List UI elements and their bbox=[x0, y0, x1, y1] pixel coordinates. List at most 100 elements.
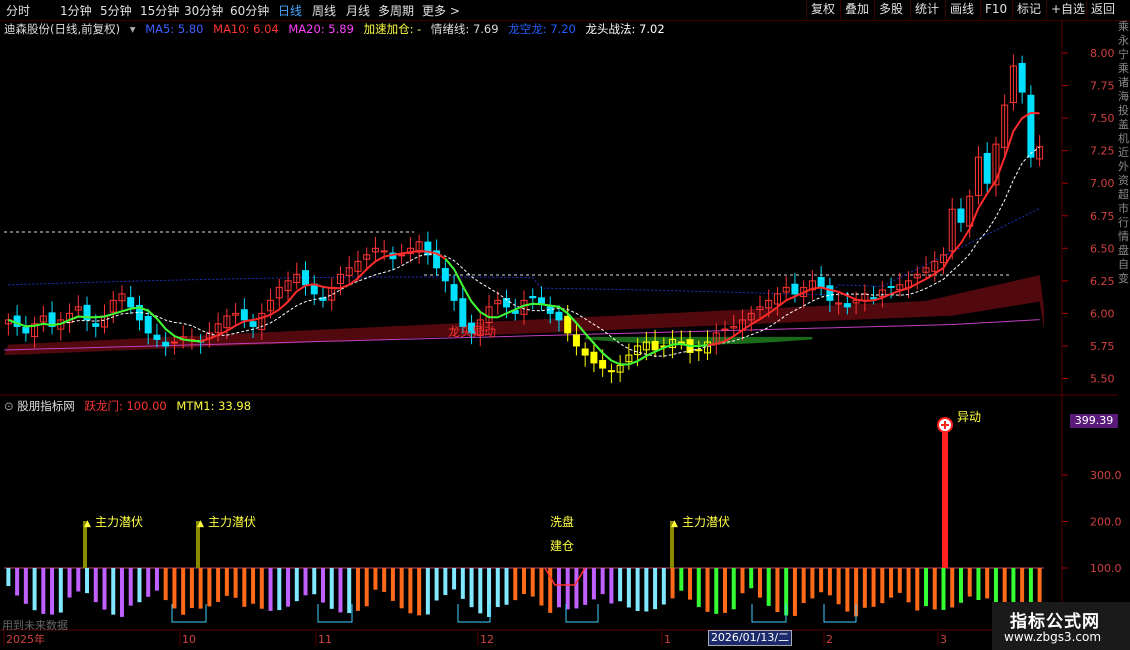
ytick-label: 8.00 bbox=[1090, 47, 1115, 60]
candle-body bbox=[127, 297, 135, 308]
histogram-bar bbox=[259, 568, 264, 609]
histogram-bar bbox=[15, 568, 20, 596]
histogram-bar bbox=[137, 568, 142, 603]
histogram-bar bbox=[723, 568, 728, 613]
histogram-bar bbox=[906, 568, 911, 603]
ytick-label: 7.50 bbox=[1090, 112, 1115, 125]
histogram-bar bbox=[644, 568, 649, 612]
candle-body bbox=[302, 270, 310, 286]
candle-body bbox=[380, 250, 388, 253]
sub-ytick-label: 100.0 bbox=[1090, 562, 1122, 575]
ytick-label: 6.75 bbox=[1090, 210, 1115, 223]
watermark-url: www.zbgs3.com bbox=[1004, 630, 1102, 644]
signal-box bbox=[317, 604, 353, 623]
histogram-bar bbox=[731, 568, 736, 610]
histogram-bar bbox=[539, 568, 544, 606]
side-panel[interactable]: 乘永宁乘诸海投盖机近外资超市行情盘自变 bbox=[1118, 20, 1130, 650]
histogram-bar bbox=[958, 568, 963, 603]
histogram-bar bbox=[181, 568, 186, 615]
histogram-bar bbox=[897, 568, 902, 593]
histogram-bar bbox=[207, 568, 212, 607]
histogram-bar bbox=[417, 568, 422, 616]
histogram-bar bbox=[801, 568, 806, 604]
histogram-bar bbox=[626, 568, 631, 608]
histogram-bar bbox=[347, 568, 352, 614]
histogram-bar bbox=[452, 568, 457, 590]
histogram-bar bbox=[233, 568, 238, 598]
ytick-label: 6.00 bbox=[1090, 307, 1115, 320]
candle-body bbox=[529, 295, 537, 299]
histogram-bar bbox=[749, 568, 754, 589]
candle-body bbox=[249, 321, 257, 327]
dragon-annotation: 龙头异动 bbox=[448, 325, 496, 339]
candle-body bbox=[843, 303, 851, 308]
time-label: 1 bbox=[664, 633, 671, 646]
histogram-bar bbox=[338, 568, 343, 613]
histogram-bar bbox=[591, 568, 596, 600]
history-note: 用到未来数据 bbox=[2, 619, 68, 632]
histogram-bar bbox=[382, 568, 387, 592]
histogram-bar bbox=[845, 568, 850, 612]
histogram-bar bbox=[565, 568, 570, 610]
histogram-bar bbox=[58, 568, 63, 613]
candle-body bbox=[92, 323, 100, 327]
histogram-bar bbox=[915, 568, 920, 611]
histogram-bar bbox=[775, 568, 780, 613]
histogram-bar bbox=[609, 568, 614, 604]
candle-body bbox=[599, 360, 607, 369]
time-label: 11 bbox=[318, 633, 332, 646]
candle-body bbox=[791, 283, 799, 295]
histogram-bar bbox=[985, 568, 990, 599]
watermark: 指标公式网 www.zbgs3.com bbox=[992, 602, 1130, 650]
wash-label: 洗盘 bbox=[550, 514, 574, 529]
time-label: 10 bbox=[182, 633, 196, 646]
histogram-bar bbox=[111, 568, 116, 615]
histogram-bar bbox=[705, 568, 710, 612]
histogram-bar bbox=[670, 568, 675, 599]
spike-label: 异动 bbox=[957, 410, 981, 424]
signal-box bbox=[823, 604, 857, 623]
signal-marker-icon: ▲ bbox=[84, 519, 91, 529]
histogram-bar bbox=[941, 568, 946, 610]
histogram-bar bbox=[146, 568, 151, 597]
histogram-bar bbox=[469, 568, 474, 608]
candle-body bbox=[170, 341, 178, 344]
histogram-bar bbox=[792, 568, 797, 616]
signal-box bbox=[565, 604, 599, 623]
kline-chart[interactable]: 8.00 7.75 7.50 7.25 7.00 6.75 6.50 6.25 6.00 5.75… bbox=[0, 0, 1130, 650]
histogram-bar bbox=[76, 568, 81, 592]
histogram-bar bbox=[583, 568, 588, 605]
histogram-bar bbox=[460, 568, 465, 599]
ytick-label: 6.50 bbox=[1090, 242, 1115, 255]
candle-body bbox=[983, 152, 991, 184]
histogram-bar bbox=[513, 568, 518, 601]
candle-body bbox=[22, 326, 30, 334]
time-label: 3 bbox=[940, 633, 947, 646]
histogram-bar bbox=[653, 568, 658, 610]
histogram-bar bbox=[41, 568, 46, 614]
candle-body bbox=[144, 315, 152, 334]
histogram-bar bbox=[172, 568, 177, 609]
candle-body bbox=[1027, 94, 1035, 158]
histogram-bar bbox=[67, 568, 72, 598]
candle-body bbox=[826, 285, 834, 301]
histogram-bar bbox=[530, 568, 535, 597]
histogram-bar bbox=[556, 568, 561, 608]
signal-marker-icon: ▲ bbox=[671, 519, 678, 529]
histogram-bar bbox=[871, 568, 876, 607]
candle-body bbox=[450, 284, 458, 301]
candle-body bbox=[590, 351, 598, 364]
candle-body bbox=[153, 334, 161, 340]
candle-body bbox=[607, 370, 615, 373]
histogram-bar bbox=[163, 568, 168, 601]
histogram-bar bbox=[216, 568, 221, 602]
candle-body bbox=[537, 297, 545, 304]
histogram-bar bbox=[154, 568, 159, 591]
candle-body bbox=[957, 208, 965, 223]
signal-marker-icon: ▲ bbox=[197, 519, 204, 529]
histogram-bar bbox=[740, 568, 745, 594]
candle-body bbox=[721, 328, 729, 331]
histogram-bar bbox=[312, 568, 317, 595]
histogram-bar bbox=[950, 568, 955, 608]
signal-box bbox=[457, 604, 491, 623]
